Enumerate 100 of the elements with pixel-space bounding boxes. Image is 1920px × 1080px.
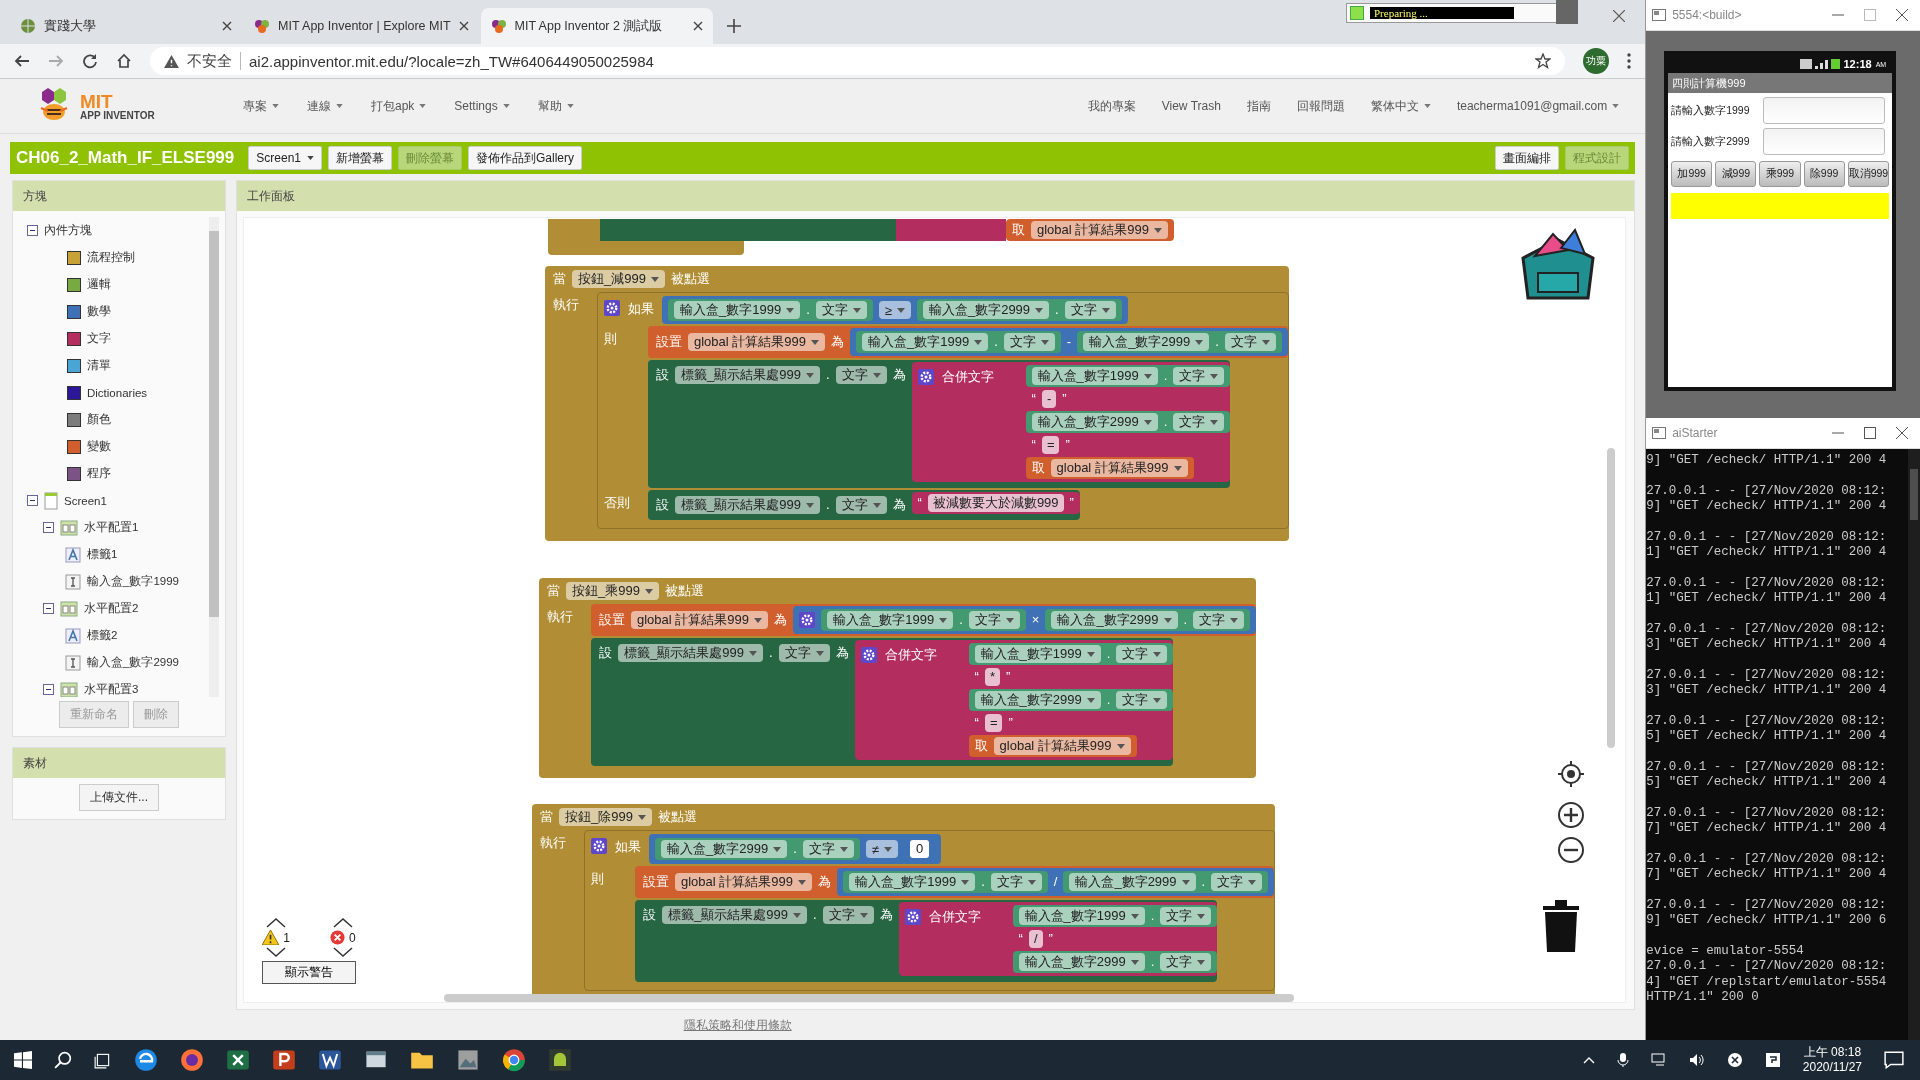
collapse-icon[interactable] [43,684,54,695]
number-field[interactable]: 0 [909,840,930,858]
property-dropdown[interactable]: 文字 [778,644,830,662]
menu-item[interactable]: 幫助 [537,97,574,115]
tree-item[interactable]: 輸入盒_數字1999 [87,574,179,589]
property-dropdown[interactable]: 文字 [1064,301,1116,319]
slides-app-icon[interactable] [272,1048,296,1072]
component-dropdown[interactable]: 輸入盒_數字2999 [1018,953,1145,971]
gear-icon[interactable] [917,369,934,385]
component-dropdown[interactable]: 輸入盒_數字1999 [974,645,1101,663]
profile-avatar[interactable]: 功粟 [1583,48,1610,74]
property-dropdown[interactable]: 文字 [1116,645,1168,663]
spreadsheet-app-icon[interactable] [226,1048,250,1072]
browser-icon[interactable] [134,1048,158,1072]
tree-item[interactable]: 邏輯 [87,277,111,292]
menu-item[interactable]: 回報問題 [1296,97,1345,115]
close-icon[interactable] [1613,10,1626,22]
component-dropdown[interactable]: 輸入盒_數字2999 [1083,333,1210,351]
component-dropdown[interactable]: 按鈕_乘999 [566,582,659,600]
star-icon[interactable] [1535,53,1552,69]
chevron-up-icon[interactable] [1582,1056,1595,1064]
component-dropdown[interactable]: 按鈕_除999 [559,808,652,826]
component-dropdown[interactable]: 輸入盒_數字1999 [1031,367,1158,385]
tree-item[interactable]: 清單 [87,358,111,373]
tree-item[interactable]: 程序 [87,466,111,481]
network-icon[interactable] [1650,1052,1667,1068]
toolbar-button[interactable]: Screen1 [248,146,322,170]
tree-item[interactable]: 水平配置1 [84,520,139,535]
scrollbar-thumb[interactable] [444,994,1294,1002]
close-icon[interactable] [1896,9,1908,21]
android-icon[interactable] [548,1048,572,1072]
home-icon[interactable] [116,53,132,69]
component-dropdown[interactable]: 輸入盒_數字1999 [862,333,989,351]
collapse-icon[interactable] [27,495,38,506]
mode-button[interactable]: 畫面編排 [1495,146,1560,170]
collapse-icon[interactable] [27,225,38,236]
variable-dropdown[interactable]: global 計算結果999 [993,737,1131,755]
component-dropdown[interactable]: 輸入盒_數字2999 [922,301,1050,319]
app-button[interactable]: 乘999 [1759,161,1801,187]
image-app-icon[interactable] [456,1048,480,1072]
tree-item[interactable]: 數學 [87,304,111,319]
variable-dropdown[interactable]: global 計算結果999 [1050,459,1188,477]
address-bar[interactable]: 不安全 ai2.appinventor.mit.edu/?locale=zh_TW#6406449050025984 [150,47,1566,75]
menu-item[interactable]: 繁体中文 [1370,97,1431,115]
scrollbar[interactable] [1908,449,1920,1040]
property-dropdown[interactable]: 文字 [835,496,887,514]
toolbar-button[interactable]: 發佈作品到Gallery [468,146,582,170]
volume-icon[interactable] [1688,1052,1705,1068]
zoom-out-icon[interactable] [1557,836,1586,864]
gear-icon[interactable] [799,612,815,628]
component-dropdown[interactable]: 輸入盒_數字1999 [1018,907,1145,925]
tree-item[interactable]: 變數 [87,439,111,454]
property-dropdown[interactable]: 文字 [1224,333,1276,351]
zoom-in-icon[interactable] [1557,801,1586,829]
app-button[interactable]: 加999 [1671,161,1713,187]
component-dropdown[interactable]: 輸入盒_數字2999 [1051,611,1178,629]
property-dropdown[interactable]: 文字 [990,873,1042,891]
property-dropdown[interactable]: 文字 [1173,413,1225,431]
tree-item[interactable]: 流程控制 [87,250,135,265]
operator-dropdown[interactable]: ≥ [878,301,911,319]
property-dropdown[interactable]: 文字 [1160,953,1212,971]
gear-icon[interactable] [604,300,620,316]
property-dropdown[interactable]: 文字 [1116,691,1168,709]
close-icon[interactable] [222,21,232,31]
task-view-icon[interactable] [94,1051,112,1069]
close-icon[interactable] [692,21,703,31]
trash-icon[interactable] [1541,898,1582,952]
component-dropdown[interactable]: 輸入盒_數字1999 [827,611,954,629]
component-dropdown[interactable]: 標籤_顯示結果處999 [675,496,820,514]
text-value-field[interactable]: = [984,714,1003,732]
scrollbar[interactable] [209,217,219,697]
browser-tab[interactable]: MIT App Inventor | Explore MIT [244,8,479,44]
tree-item[interactable]: Screen1 [64,494,107,507]
variable-dropdown[interactable]: global 計算結果999 [1031,221,1168,239]
text-value-field[interactable]: / [1028,930,1043,948]
tree-item[interactable]: 水平配置3 [84,682,139,697]
component-dropdown[interactable]: 輸入盒_數字2999 [661,840,788,858]
property-dropdown[interactable]: 文字 [968,611,1020,629]
component-dropdown[interactable]: 標籤_顯示結果處999 [618,644,763,662]
operator-dropdown[interactable]: ≠ [865,840,898,858]
menu-item[interactable]: 專案 [243,97,279,115]
component-dropdown[interactable]: 輸入盒_數字1999 [849,873,976,891]
property-dropdown[interactable]: 文字 [802,840,854,858]
scrollbar-thumb[interactable] [1607,448,1616,748]
property-dropdown[interactable]: 文字 [1211,873,1263,891]
document-app-icon[interactable] [318,1048,342,1072]
variable-dropdown[interactable]: global 計算結果999 [631,611,768,629]
component-dropdown[interactable]: 標籤_顯示結果處999 [675,366,820,384]
component-dropdown[interactable]: 輸入盒_數字1999 [674,301,801,319]
component-dropdown[interactable]: 標籤_顯示結果處999 [662,906,807,924]
property-dropdown[interactable]: 文字 [835,366,887,384]
variable-dropdown[interactable]: global 計算結果999 [688,333,825,351]
scrollbar-thumb[interactable] [1910,469,1918,520]
text-value-field[interactable]: 被減數要大於減數999 [927,494,1064,512]
property-dropdown[interactable]: 文字 [1193,611,1245,629]
browser-icon[interactable] [502,1048,526,1072]
text-value-field[interactable]: - [1041,390,1057,408]
blocks-canvas[interactable] [243,217,1627,1003]
text-value-field[interactable]: * [984,668,1000,686]
privacy-link[interactable]: 隱私策略和使用條款 [683,1016,792,1034]
